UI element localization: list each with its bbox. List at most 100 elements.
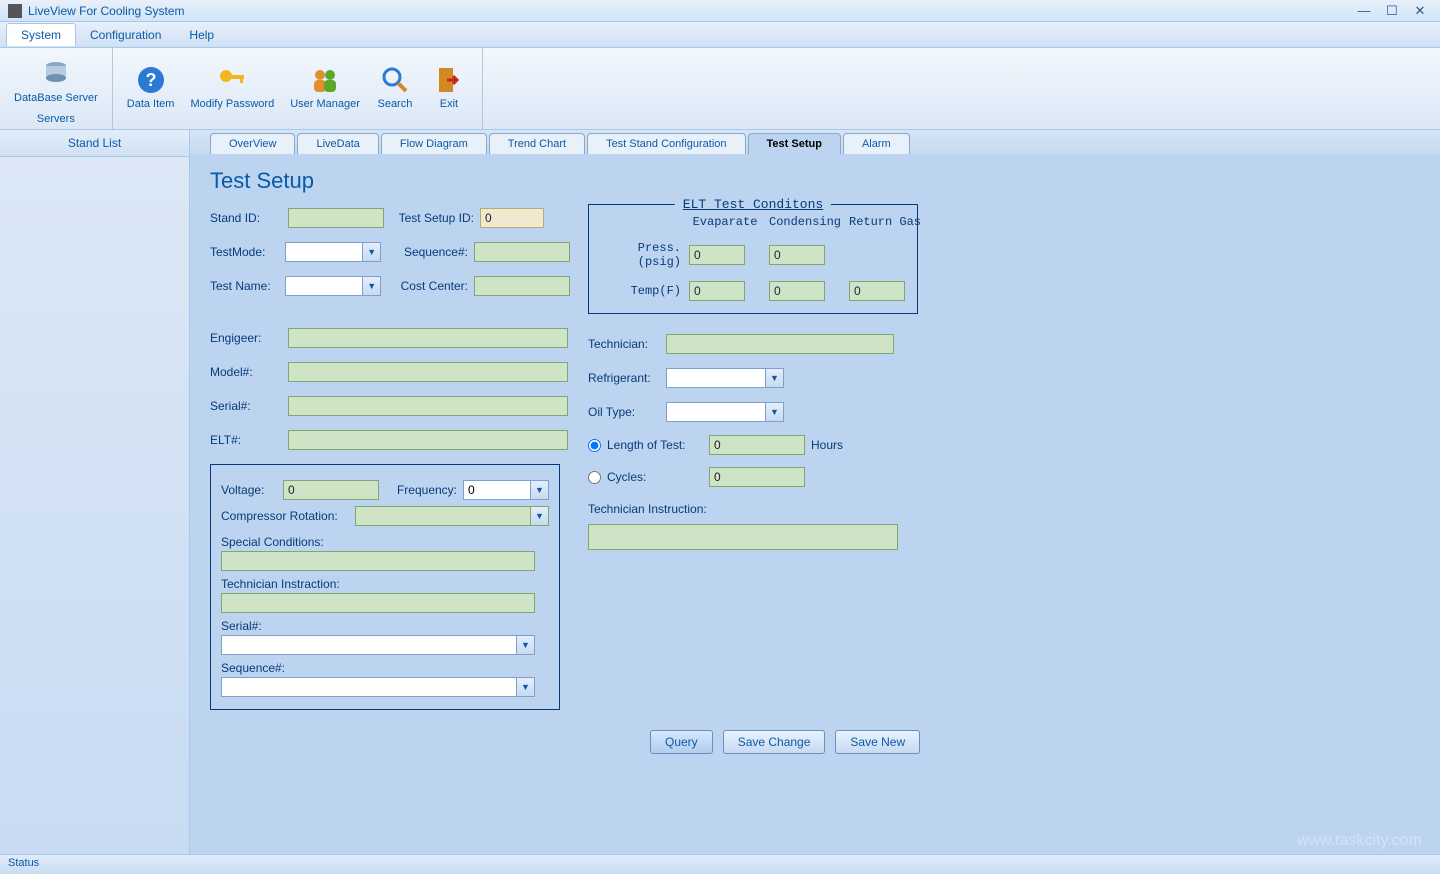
serial-box-combo[interactable]: ▼ <box>221 635 535 655</box>
elt-temp-ret[interactable] <box>849 281 905 301</box>
menu-system[interactable]: System <box>6 23 76 46</box>
chevron-down-icon[interactable]: ▼ <box>766 368 784 388</box>
tab-strip: OverView LiveData Flow Diagram Trend Cha… <box>190 130 1440 154</box>
sidebar-body <box>0 157 189 161</box>
label-sequence-box: Sequence#: <box>221 661 549 675</box>
engineer-field[interactable] <box>288 328 568 348</box>
label-special-conditions: Special Conditions: <box>221 535 549 549</box>
test-mode-combo[interactable]: ▼ <box>285 242 381 262</box>
stand-id-field[interactable] <box>288 208 384 228</box>
label-test-name: Test Name: <box>210 279 279 293</box>
exit-button[interactable]: Exit <box>422 50 476 123</box>
elt-temp-cond[interactable] <box>769 281 825 301</box>
cycles-row: Cycles: <box>588 464 918 490</box>
label-cycles: Cycles: <box>607 470 703 484</box>
serial-field[interactable] <box>288 396 568 416</box>
save-change-button[interactable]: Save Change <box>723 730 826 754</box>
elt-conditions-box: ELT Test Conditons Evaparate Condensing … <box>588 204 918 314</box>
test-name-input[interactable] <box>285 276 363 296</box>
compressor-rotation-combo[interactable]: ▼ <box>355 506 549 526</box>
label-model: Model#: <box>210 365 282 379</box>
sidebar: Stand List <box>0 130 190 854</box>
elt-col-ret: Return Gas <box>849 215 921 229</box>
elt-press-cond[interactable] <box>769 245 825 265</box>
main: Stand List OverView LiveData Flow Diagra… <box>0 130 1440 854</box>
oil-type-input[interactable] <box>666 402 766 422</box>
elt-title: ELT Test Conditons <box>675 197 831 212</box>
elt-press-evap[interactable] <box>689 245 745 265</box>
test-mode-input[interactable] <box>285 242 363 262</box>
model-field[interactable] <box>288 362 568 382</box>
minimize-button[interactable]: — <box>1352 3 1376 19</box>
elt-temp-evap[interactable] <box>689 281 745 301</box>
menu-help[interactable]: Help <box>175 24 228 46</box>
query-button[interactable]: Query <box>650 730 713 754</box>
elt-col-evap: Evaparate <box>689 215 761 229</box>
svg-text:?: ? <box>145 70 156 90</box>
sequence-box-input[interactable] <box>221 677 517 697</box>
elt-col-cond: Condensing <box>769 215 841 229</box>
chevron-down-icon[interactable]: ▼ <box>363 276 381 296</box>
test-name-combo[interactable]: ▼ <box>285 276 381 296</box>
label-serial-box: Serial#: <box>221 619 549 633</box>
title-bar: LiveView For Cooling System — ☐ ✕ <box>0 0 1440 22</box>
label-cost-center: Cost Center: <box>387 279 468 293</box>
frequency-input[interactable] <box>463 480 531 500</box>
tab-overview[interactable]: OverView <box>210 133 295 154</box>
label-sequence: Sequence#: <box>387 245 468 259</box>
sidebar-header[interactable]: Stand List <box>0 130 189 157</box>
special-conditions-field[interactable] <box>221 551 535 571</box>
search-button[interactable]: Search <box>368 50 422 123</box>
cycles-radio[interactable] <box>588 471 601 484</box>
user-manager-button[interactable]: User Manager <box>282 50 368 123</box>
database-server-button[interactable]: DataBase Server <box>6 50 106 111</box>
voltage-field[interactable] <box>283 480 379 500</box>
chevron-down-icon[interactable]: ▼ <box>531 480 549 500</box>
technician-field[interactable] <box>666 334 894 354</box>
oil-type-combo[interactable]: ▼ <box>666 402 784 422</box>
close-button[interactable]: ✕ <box>1408 3 1432 19</box>
length-of-test-radio[interactable] <box>588 439 601 452</box>
sequence-field[interactable] <box>474 242 570 262</box>
compressor-rotation-input[interactable] <box>355 506 531 526</box>
label-compressor-rotation: Compressor Rotation: <box>221 509 349 523</box>
compressor-box: Voltage: Frequency: ▼ Compressor Rotatio… <box>210 464 560 710</box>
cycles-field[interactable] <box>709 467 805 487</box>
status-bar: Status <box>0 854 1440 874</box>
tab-test-setup[interactable]: Test Setup <box>748 133 841 155</box>
tab-alarm[interactable]: Alarm <box>843 133 910 154</box>
label-voltage: Voltage: <box>221 483 277 497</box>
technician-instruction-field[interactable] <box>588 524 898 550</box>
save-new-button[interactable]: Save New <box>835 730 920 754</box>
refrigerant-combo[interactable]: ▼ <box>666 368 784 388</box>
chevron-down-icon[interactable]: ▼ <box>766 402 784 422</box>
refrigerant-input[interactable] <box>666 368 766 388</box>
ribbon-group-label-2 <box>119 123 476 127</box>
chevron-down-icon[interactable]: ▼ <box>363 242 381 262</box>
tab-trend-chart[interactable]: Trend Chart <box>489 133 585 154</box>
tab-livedata[interactable]: LiveData <box>297 133 378 154</box>
menu-bar: System Configuration Help <box>0 22 1440 48</box>
serial-box-input[interactable] <box>221 635 517 655</box>
length-of-test-field[interactable] <box>709 435 805 455</box>
modify-password-button[interactable]: Modify Password <box>182 50 282 123</box>
chevron-down-icon[interactable]: ▼ <box>517 635 535 655</box>
tab-flow-diagram[interactable]: Flow Diagram <box>381 133 487 154</box>
frequency-combo[interactable]: ▼ <box>463 480 549 500</box>
chevron-down-icon[interactable]: ▼ <box>517 677 535 697</box>
elt-field[interactable] <box>288 430 568 450</box>
sequence-box-combo[interactable]: ▼ <box>221 677 535 697</box>
cost-center-field[interactable] <box>474 276 570 296</box>
label-length-of-test: Length of Test: <box>607 438 703 452</box>
label-frequency: Frequency: <box>385 483 457 497</box>
content: OverView LiveData Flow Diagram Trend Cha… <box>190 130 1440 854</box>
tab-test-stand-configuration[interactable]: Test Stand Configuration <box>587 133 745 154</box>
data-item-button[interactable]: ? Data Item <box>119 50 183 123</box>
chevron-down-icon[interactable]: ▼ <box>531 506 549 526</box>
menu-configuration[interactable]: Configuration <box>76 24 175 46</box>
label-hours: Hours <box>811 438 843 452</box>
maximize-button[interactable]: ☐ <box>1380 3 1404 19</box>
ribbon-group-main: ? Data Item Modify Password User Manager… <box>113 48 483 129</box>
technician-instraction-field[interactable] <box>221 593 535 613</box>
database-icon <box>40 58 72 90</box>
